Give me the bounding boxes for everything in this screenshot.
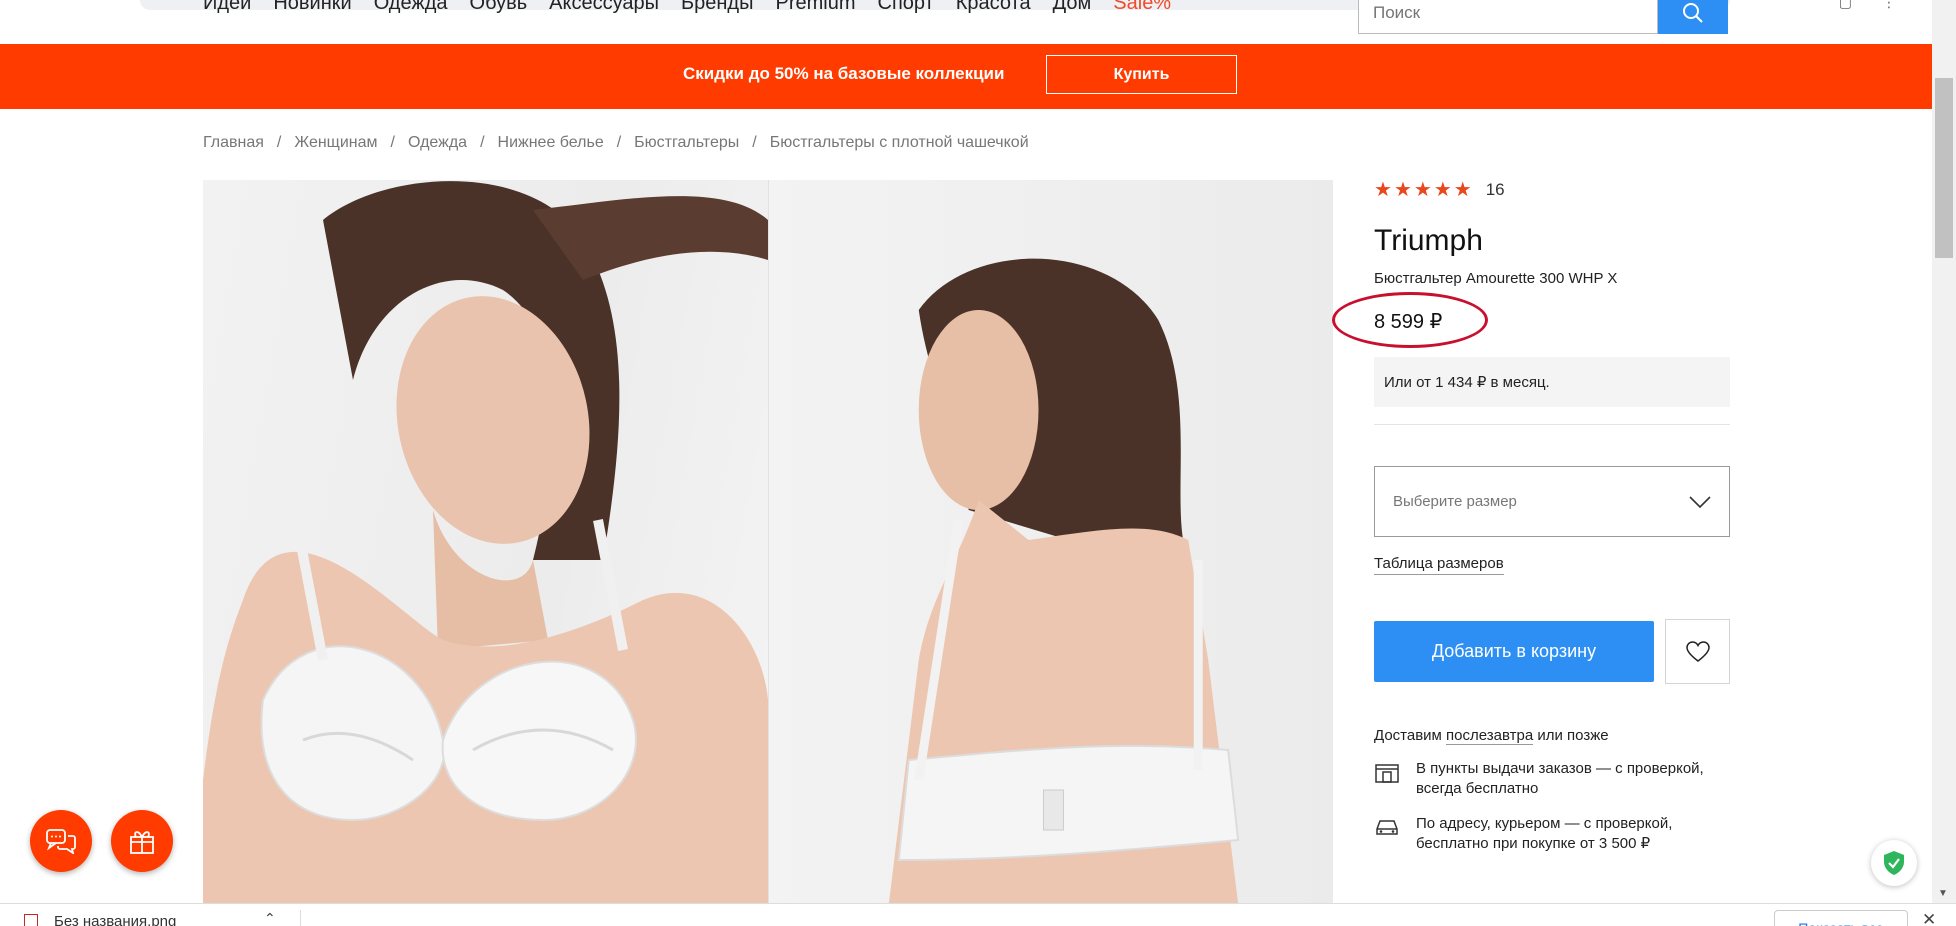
review-count: 16 [1485,180,1505,199]
nav-item[interactable]: Одежда [374,0,448,15]
divider [300,910,301,926]
star-icon: ★ [1374,179,1392,201]
product-brand[interactable]: Triumph [1374,224,1730,258]
breadcrumb-separator: / [276,134,282,151]
size-select[interactable]: Выберите размер [1374,466,1730,537]
breadcrumb-separator: / [752,134,757,151]
close-icon[interactable]: ✕ [1922,910,1936,926]
download-file-name: Без названия.png [54,913,177,926]
search-button[interactable] [1658,0,1728,34]
delivery-date-link[interactable]: послезавтра [1446,727,1534,745]
star-icon: ★ [1453,179,1472,201]
extension-icon[interactable]: ▢ [1839,0,1852,11]
pickup-point-icon [1375,764,1399,783]
nav-item-sale[interactable]: Sale% [1113,0,1171,15]
nav-item[interactable]: Бренды [681,0,753,15]
model-back-illustration [888,258,1240,904]
main-menu: Идеи Новинки Одежда Обувь Аксессуары Бре… [203,0,1171,15]
download-item[interactable]: Без названия.png [24,913,176,926]
model-front-illustration [203,181,768,904]
browser-toolbar-icons: ▢ ⋮ [1839,0,1896,11]
heart-icon [1685,640,1710,662]
nav-item[interactable]: Идеи [203,0,251,15]
nav-item[interactable]: Дом [1053,0,1092,15]
size-select-placeholder: Выберите размер [1393,493,1517,510]
product-price: 8 599 ₽ [1332,292,1488,348]
browser-download-bar: Без названия.png ⌃ Показать все ✕ [0,903,1956,926]
product-photo-back[interactable] [768,180,1333,904]
product-actions: Добавить в корзину [1374,619,1730,684]
gift-icon [130,831,154,854]
breadcrumb-item[interactable]: Нижнее белье [498,134,604,152]
delivery-option: В пункты выдачи заказов — с проверкой, в… [1374,759,1730,799]
search-bar [1358,0,1728,34]
star-icon: ★ [1413,179,1432,201]
delivery-option-text: В пункты выдачи заказов — с проверкой, в… [1416,760,1704,797]
nav-item[interactable]: Спорт [878,0,934,15]
product-model: Бюстгальтер Amourette 300 WHP X [1374,270,1618,287]
breadcrumb-item[interactable]: Женщинам [294,134,377,152]
breadcrumb-separator: / [390,134,395,151]
product-gallery [203,180,1333,904]
installment-info: Или от 1 434 ₽ в месяц. [1374,357,1730,407]
nav-item[interactable]: Красота [956,0,1031,15]
promo-buy-button[interactable]: Купить [1046,55,1237,94]
nav-item[interactable]: Обувь [470,0,528,15]
nav-item[interactable]: Premium [775,0,855,15]
price-annotation-circle [1332,292,1488,348]
shield-check-icon [1884,851,1904,875]
page-scrollbar[interactable]: ▼ [1932,0,1956,903]
show-all-downloads-button[interactable]: Показать все [1774,910,1908,926]
promo-text: Скидки до 50% на базовые коллекции [683,64,1005,83]
breadcrumb-item[interactable]: Бюстгальтеры [634,134,739,152]
gift-button[interactable] [111,810,173,872]
breadcrumb-separator: / [480,134,485,151]
courier-car-icon [1376,820,1398,835]
product-info: ★ ★ ★ ★ ★ 16 Triumph Бюстгальтер Amouret… [1332,180,1730,854]
top-navigation: Идеи Новинки Одежда Обувь Аксессуары Бре… [0,0,1932,44]
nav-item[interactable]: Новинки [273,0,351,15]
promo-banner: Скидки до 50% на базовые коллекции Купит… [0,44,1932,109]
add-to-favorites-button[interactable] [1665,619,1730,684]
breadcrumb-separator: / [616,134,622,151]
product-photo-front[interactable] [203,180,768,904]
search-input[interactable] [1358,0,1658,34]
chevron-up-icon[interactable]: ⌃ [264,910,276,926]
search-icon [1683,3,1703,23]
product-rating[interactable]: ★ ★ ★ ★ ★ 16 [1374,180,1730,200]
breadcrumb-item[interactable]: Бюстгальтеры с плотной чашечкой [770,134,1029,152]
divider [1374,424,1730,425]
scroll-down-arrow-icon[interactable]: ▼ [1938,888,1948,899]
add-to-cart-button[interactable]: Добавить в корзину [1374,621,1654,682]
scrollbar-thumb[interactable] [1935,78,1953,258]
chevron-down-icon [1689,495,1711,508]
delivery-prefix: Доставим [1374,727,1442,744]
delivery-option: По адресу, курьером — с проверкой, беспл… [1374,814,1730,854]
menu-icon[interactable]: ⋮ [1882,0,1896,11]
image-file-icon [24,913,38,926]
size-table-link[interactable]: Таблица размеров [1374,555,1504,575]
chat-bubbles-icon [46,829,76,854]
delivery-option-text: По адресу, курьером — с проверкой, беспл… [1416,815,1673,852]
breadcrumb: Главная / Женщинам / Одежда / Нижнее белье /… [203,134,1029,152]
nav-item[interactable]: Аксессуары [549,0,659,15]
star-icon: ★ [1393,179,1412,201]
delivery-suffix: или позже [1537,727,1609,744]
breadcrumb-item[interactable]: Одежда [408,134,467,152]
security-badge[interactable] [1871,840,1917,886]
breadcrumb-item[interactable]: Главная [203,134,264,152]
chat-button[interactable] [30,810,92,872]
delivery-info: Доставим послезавтра или позже [1374,727,1730,745]
star-icon: ★ [1433,179,1452,201]
